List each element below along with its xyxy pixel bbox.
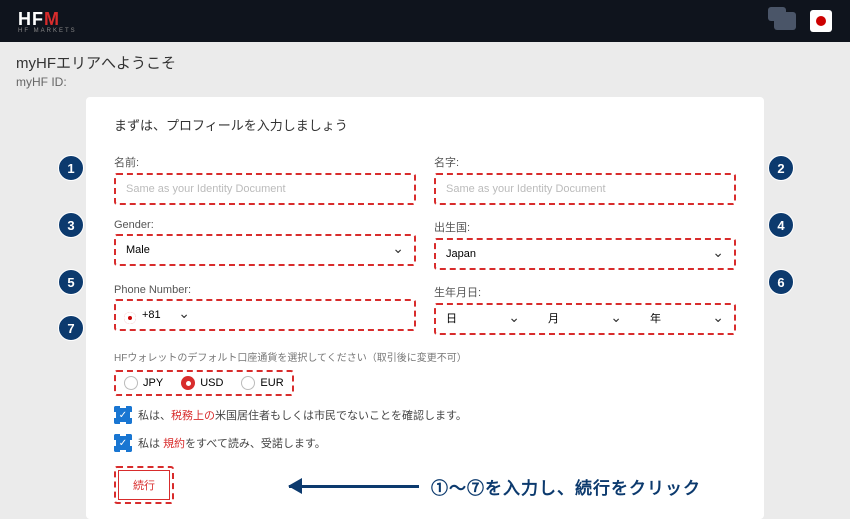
arrow-icon bbox=[289, 485, 419, 488]
gender-label: Gender: bbox=[114, 219, 416, 231]
profile-panel: まずは、プロフィールを入力しましょう 名前: 名字: Gender: Male … bbox=[86, 97, 764, 519]
chat-icon[interactable] bbox=[774, 12, 796, 30]
topbar: HFM HF MARKETS bbox=[0, 0, 850, 42]
firstname-input[interactable] bbox=[116, 175, 414, 203]
lastname-label: 名字: bbox=[434, 154, 736, 170]
annotation-badge-3: 3 bbox=[58, 212, 84, 238]
dob-day[interactable]: 日 bbox=[436, 305, 530, 333]
lastname-input[interactable] bbox=[436, 175, 734, 203]
annotation-badge-6: 6 bbox=[768, 269, 794, 295]
country-label: 出生国: bbox=[434, 219, 736, 235]
dob-label: 生年月日: bbox=[434, 284, 736, 300]
welcome-header: myHFエリアへようこそ myHF ID: bbox=[0, 42, 850, 97]
myhf-id-label: myHF ID: bbox=[16, 75, 834, 89]
annotation-badge-2: 2 bbox=[768, 155, 794, 181]
language-flag-jp[interactable] bbox=[810, 10, 832, 32]
continue-button[interactable]: 続行 bbox=[118, 470, 170, 500]
dob-month[interactable]: 月 bbox=[538, 305, 632, 333]
logo: HFM HF MARKETS bbox=[18, 9, 77, 34]
country-select[interactable]: Japan bbox=[436, 240, 734, 268]
annotation-instruction: ①〜⑦を入力し、続行をクリック bbox=[289, 474, 736, 499]
dob-year[interactable]: 年 bbox=[640, 305, 734, 333]
panel-title: まずは、プロフィールを入力しましょう bbox=[114, 115, 736, 134]
us-resident-checkbox[interactable]: ✓ bbox=[116, 408, 130, 422]
welcome-title: myHFエリアへようこそ bbox=[16, 52, 834, 73]
currency-label: HFウォレットのデフォルト口座通貨を選択してください（取引後に変更不可） bbox=[114, 349, 736, 364]
terms-checkbox[interactable]: ✓ bbox=[116, 436, 130, 450]
phone-country-code[interactable]: +81 bbox=[116, 301, 200, 329]
phone-label: Phone Number: bbox=[114, 284, 416, 296]
phone-number-input[interactable] bbox=[206, 301, 414, 329]
annotation-badge-1: 1 bbox=[58, 155, 84, 181]
us-resident-check-row: ✓ 私は、税務上の米国居住者もしくは市民でないことを確認します。 bbox=[114, 406, 736, 424]
firstname-label: 名前: bbox=[114, 154, 416, 170]
gender-select[interactable]: Male bbox=[116, 236, 414, 264]
currency-eur[interactable]: EUR bbox=[241, 376, 283, 390]
currency-usd[interactable]: USD bbox=[181, 376, 223, 390]
annotation-badge-4: 4 bbox=[768, 212, 794, 238]
terms-check-row: ✓ 私は 規約をすべて読み、受諾します。 bbox=[114, 434, 736, 452]
annotation-badge-5: 5 bbox=[58, 269, 84, 295]
currency-radio-group: JPY USD EUR bbox=[124, 376, 284, 390]
annotation-badge-7: 7 bbox=[58, 315, 84, 341]
currency-jpy[interactable]: JPY bbox=[124, 376, 163, 390]
